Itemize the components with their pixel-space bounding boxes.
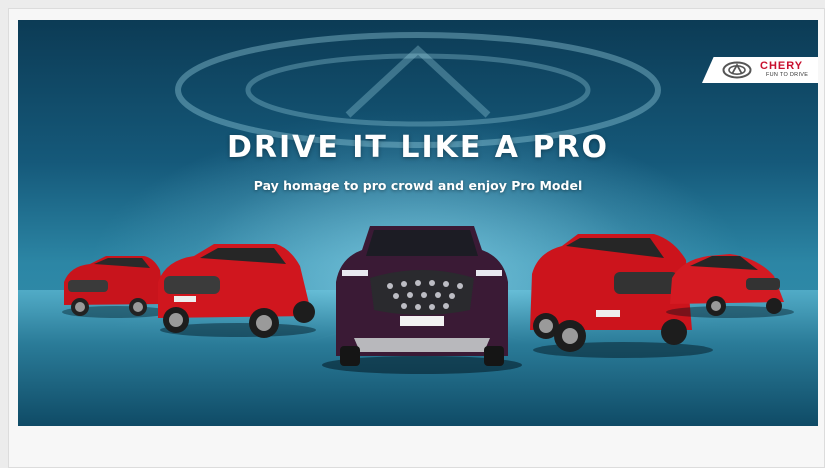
- car-lineup: [62, 226, 794, 374]
- car-left: [158, 244, 316, 338]
- promo-banner[interactable]: CHERY FUN TO DRIVE DRIVE IT LIKE A PRO P…: [18, 20, 818, 426]
- car-center: [322, 226, 522, 374]
- car-far-left: [62, 256, 170, 318]
